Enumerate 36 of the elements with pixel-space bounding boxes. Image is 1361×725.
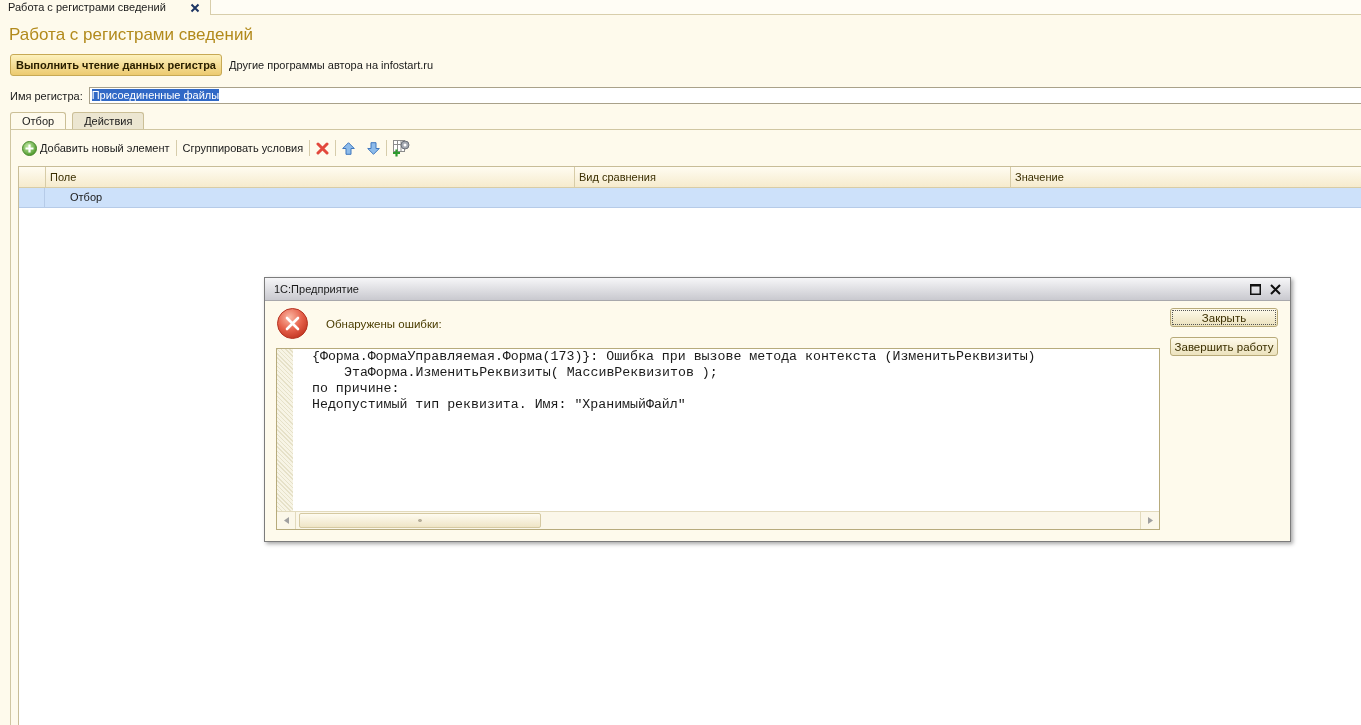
- message-line: по причине:: [312, 381, 400, 397]
- column-header[interactable]: Поле: [45, 167, 574, 187]
- add-element-button[interactable]: Добавить новый элемент: [22, 139, 170, 157]
- maximize-icon[interactable]: [1250, 283, 1261, 295]
- column-header[interactable]: Вид сравнения: [574, 167, 1010, 187]
- read-register-button[interactable]: Выполнить чтение данных регистра: [10, 54, 222, 76]
- register-name-field[interactable]: Присоединенные файлы: [88, 87, 1361, 104]
- plus-circle-icon: [22, 140, 37, 156]
- column-header[interactable]: Значение: [1010, 167, 1361, 187]
- author-programs-link[interactable]: Другие программы автора на infostart.ru: [229, 59, 434, 71]
- form-title: Работа с регистрами сведений: [8, 24, 253, 46]
- error-icon: [277, 308, 308, 339]
- down-arrow-icon[interactable]: [367, 141, 381, 155]
- register-name-label: Имя регистра:: [10, 89, 83, 102]
- scrollbar-thumb[interactable]: [299, 513, 541, 528]
- tab[interactable]: Отбор: [10, 112, 67, 129]
- message-line: ЭтаФорма.ИзменитьРеквизиты( МассивРеквизитов );: [344, 365, 718, 381]
- left-triangle-icon: [283, 517, 289, 524]
- dialog-title: 1С:Предприятие: [274, 283, 359, 295]
- tab[interactable]: Действия: [72, 112, 145, 129]
- table-row[interactable]: Отбор: [19, 188, 1361, 208]
- settings-icon[interactable]: [393, 139, 411, 157]
- horizontal-scrollbar[interactable]: [277, 511, 1159, 529]
- message-line: {Форма.ФормаУправляемая.Форма(173)}: Ошибка при вызове метода контекста (ИзменитьРеквизиты): [312, 349, 1036, 365]
- error-heading: Обнаружены ошибки:: [326, 317, 442, 330]
- group-conditions-button[interactable]: Сгруппировать условия: [182, 139, 304, 157]
- close-icon[interactable]: [1270, 283, 1281, 295]
- message-text-area[interactable]: {Форма.ФормаУправляемая.Форма(173)}: Ошибка при вызове метода контекста (ИзменитьРеквизиты) ЭтаФорма.ИзменитьРеквизиты( МассивРеквизитов ); по причине: Недопустимый тип реквизита. Имя: "ХранимыйФайл": [276, 348, 1160, 530]
- dialog-button[interactable]: Завершить работу: [1170, 337, 1278, 356]
- close-icon[interactable]: [190, 2, 200, 13]
- dialog-button[interactable]: Закрыть: [1170, 308, 1278, 327]
- right-triangle-icon: [1147, 517, 1153, 524]
- table-cell-text: Отбор: [69, 190, 103, 205]
- message-line: Недопустимый тип реквизита. Имя: "ХранимыйФайл": [312, 397, 686, 413]
- cross-icon[interactable]: [316, 141, 330, 155]
- up-arrow-icon[interactable]: [342, 141, 356, 155]
